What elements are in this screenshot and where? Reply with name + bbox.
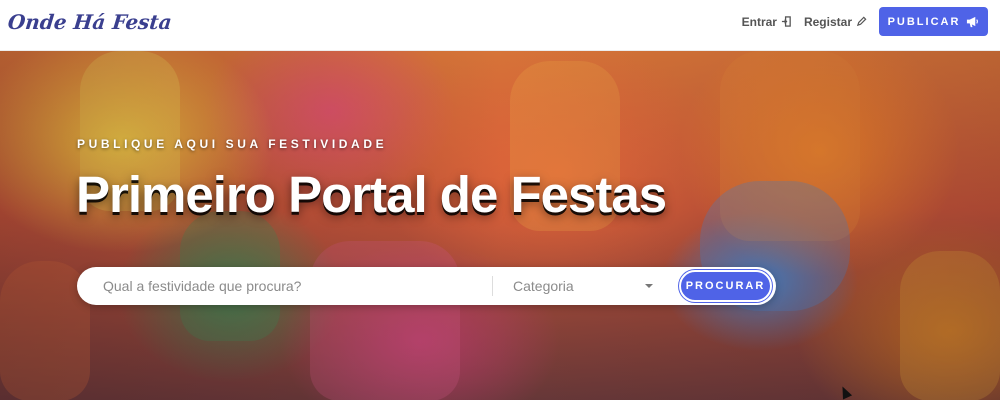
nav-actions: Entrar Registar PUBLICAR — [742, 7, 988, 36]
publish-label: PUBLICAR — [887, 15, 961, 28]
search-bar: Categoria PROCURAR — [77, 267, 776, 305]
search-button-label: PROCURAR — [685, 280, 766, 292]
publish-button[interactable]: PUBLICAR — [879, 7, 988, 36]
pencil-icon — [856, 16, 867, 27]
search-input[interactable] — [103, 268, 483, 304]
hero-banner: PUBLIQUE AQUI SUA FESTIVIDADE Primeiro P… — [0, 51, 1000, 400]
hero-kicker: PUBLIQUE AQUI SUA FESTIVIDADE — [77, 137, 388, 151]
category-select[interactable]: Categoria — [513, 267, 653, 305]
logo-text: Onde Há Festa — [6, 10, 174, 34]
category-label: Categoria — [513, 278, 574, 294]
register-label: Registar — [803, 14, 852, 29]
chevron-down-icon — [645, 284, 653, 288]
search-divider — [492, 276, 493, 296]
megaphone-icon — [967, 16, 979, 28]
top-navbar: Onde Há Festa Entrar Registar PUBLICAR — [0, 0, 1000, 51]
login-icon — [781, 16, 791, 27]
hero-headline: Primeiro Portal de Festas — [76, 166, 667, 223]
login-link[interactable]: Entrar — [742, 15, 792, 29]
site-logo[interactable]: Onde Há Festa — [6, 6, 174, 38]
login-label: Entrar — [741, 14, 777, 29]
search-button[interactable]: PROCURAR — [679, 270, 772, 302]
register-link[interactable]: Registar — [804, 15, 867, 29]
